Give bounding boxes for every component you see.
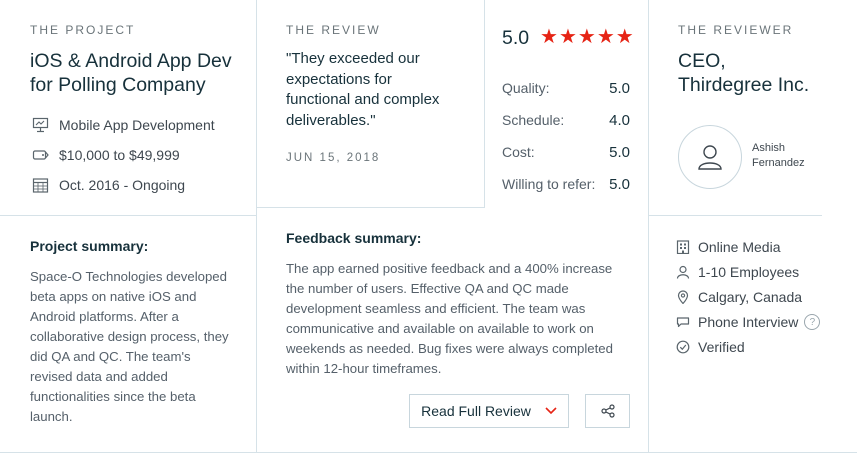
reviewer-name-line: Fernandez xyxy=(752,157,805,169)
project-summary-heading: Project summary: xyxy=(30,238,149,254)
review-quote: "They exceeded our expectations for func… xyxy=(286,49,476,131)
reviewer-location-text: Calgary, Canada xyxy=(698,289,803,305)
reviewer-title-line: Thirdegree Inc. xyxy=(678,74,810,96)
quote-line: deliverables." xyxy=(286,111,376,129)
feedback-line: weekends as needed. Bug fixes were alway… xyxy=(286,341,613,356)
share-icon xyxy=(600,404,615,418)
score-label: Schedule: xyxy=(502,112,565,128)
project-budget: $10,000 to $49,999 xyxy=(32,147,180,163)
summary-line: revised data and added xyxy=(30,369,168,384)
star-rating: ★ ★ ★ ★ ★ xyxy=(540,26,635,48)
divider xyxy=(648,215,822,216)
reviewer-size-text: 1-10 Employees xyxy=(698,264,800,280)
project-timeline: Oct. 2016 - Ongoing xyxy=(32,177,185,193)
reviewer-industry: Online Media xyxy=(676,239,781,255)
summary-line: beta apps on native iOS and xyxy=(30,289,197,304)
summary-line: collaborative design process, they xyxy=(30,329,229,344)
project-service: Mobile App Development xyxy=(32,117,215,133)
reviewer-industry-text: Online Media xyxy=(698,239,781,255)
score-value: 4.0 xyxy=(609,112,630,129)
project-title: iOS & Android App Dev for Polling Compan… xyxy=(30,49,232,97)
feedback-summary: The app earned positive feedback and a 4… xyxy=(286,259,636,379)
star-icon: ★ xyxy=(558,26,577,48)
feedback-line: The app earned positive feedback and a 4… xyxy=(286,261,613,276)
location-pin-icon xyxy=(677,290,689,304)
divider xyxy=(256,207,484,208)
summary-line: functionalities since the beta xyxy=(30,389,196,404)
reviewer-name: Ashish Fernandez xyxy=(752,141,822,171)
summary-line: Space-O Technologies developed xyxy=(30,269,227,284)
calendar-icon xyxy=(32,178,49,193)
chat-bubble-icon xyxy=(676,317,690,328)
feedback-line: within 12-hour timeframes. xyxy=(286,361,442,376)
reviewer-location: Calgary, Canada xyxy=(676,289,802,305)
building-icon xyxy=(676,240,690,254)
score-row-cost: Cost: 5.0 xyxy=(502,144,630,161)
score-row-quality: Quality: 5.0 xyxy=(502,80,630,97)
divider xyxy=(484,0,485,208)
user-icon xyxy=(698,145,722,170)
summary-line: launch. xyxy=(30,409,73,424)
quote-line: expectations for xyxy=(286,70,392,88)
summary-line: Android platforms. After a xyxy=(30,309,179,324)
reviewer-name-line: Ashish xyxy=(752,142,786,154)
reviewer-title-line: CEO, xyxy=(678,50,726,72)
score-label: Willing to refer: xyxy=(502,176,596,192)
project-service-text: Mobile App Development xyxy=(59,117,215,133)
project-summary: Space-O Technologies developed beta apps… xyxy=(30,267,245,427)
project-timeline-text: Oct. 2016 - Ongoing xyxy=(59,177,186,193)
presentation-icon xyxy=(32,117,49,133)
reviewer-title: CEO, Thirdegree Inc. xyxy=(678,49,809,97)
reviewer-review-type: Phone Interview ? xyxy=(676,314,821,330)
price-tag-icon xyxy=(32,150,49,160)
score-value: 5.0 xyxy=(609,144,630,161)
star-icon: ★ xyxy=(615,26,634,48)
star-icon: ★ xyxy=(596,26,615,48)
feedback-line: the number of users. Effective QA and QC… xyxy=(286,281,569,296)
summary-line: did QA and QC. The team's xyxy=(30,349,191,364)
quote-line: "They exceeded our xyxy=(286,50,420,67)
review-card: THE PROJECT iOS & Android App Dev for Po… xyxy=(0,0,857,453)
read-full-review-label: Read Full Review xyxy=(421,403,531,419)
score-row-refer: Willing to refer: 5.0 xyxy=(502,176,630,193)
reviewer-size: 1-10 Employees xyxy=(676,264,799,280)
project-title-line: iOS & Android App Dev xyxy=(30,50,232,72)
score-value: 5.0 xyxy=(609,176,630,193)
star-icon: ★ xyxy=(577,26,596,48)
review-eyebrow: THE REVIEW xyxy=(286,23,381,37)
reviewer-verification: Verified xyxy=(676,339,745,355)
reviewer-review-type-text: Phone Interview xyxy=(698,314,799,330)
score-value: 5.0 xyxy=(609,80,630,97)
divider xyxy=(648,0,649,453)
project-eyebrow: THE PROJECT xyxy=(30,23,136,37)
check-circle-icon xyxy=(676,340,690,354)
reviewer-eyebrow: THE REVIEWER xyxy=(678,23,794,37)
review-date: JUN 15, 2018 xyxy=(286,152,381,164)
project-budget-text: $10,000 to $49,999 xyxy=(59,147,180,163)
score-label: Quality: xyxy=(502,80,550,96)
chevron-down-icon xyxy=(545,407,557,415)
feedback-summary-heading: Feedback summary: xyxy=(286,230,422,246)
feedback-line: development seamless and efficient. The … xyxy=(286,301,586,316)
read-full-review-button[interactable]: Read Full Review xyxy=(409,394,569,428)
reviewer-verification-text: Verified xyxy=(698,339,745,355)
avatar xyxy=(678,125,742,189)
divider xyxy=(256,0,257,453)
overall-score: 5.0 xyxy=(502,27,530,49)
help-icon[interactable]: ? xyxy=(804,314,821,330)
share-button[interactable] xyxy=(585,394,630,428)
score-label: Cost: xyxy=(502,144,535,160)
person-icon xyxy=(676,265,690,279)
quote-line: functional and complex xyxy=(286,91,440,108)
feedback-line: communicative and available on available… xyxy=(286,321,594,336)
star-icon: ★ xyxy=(540,26,558,48)
divider xyxy=(0,215,256,216)
project-title-line: for Polling Company xyxy=(30,74,206,96)
score-row-schedule: Schedule: 4.0 xyxy=(502,112,630,129)
